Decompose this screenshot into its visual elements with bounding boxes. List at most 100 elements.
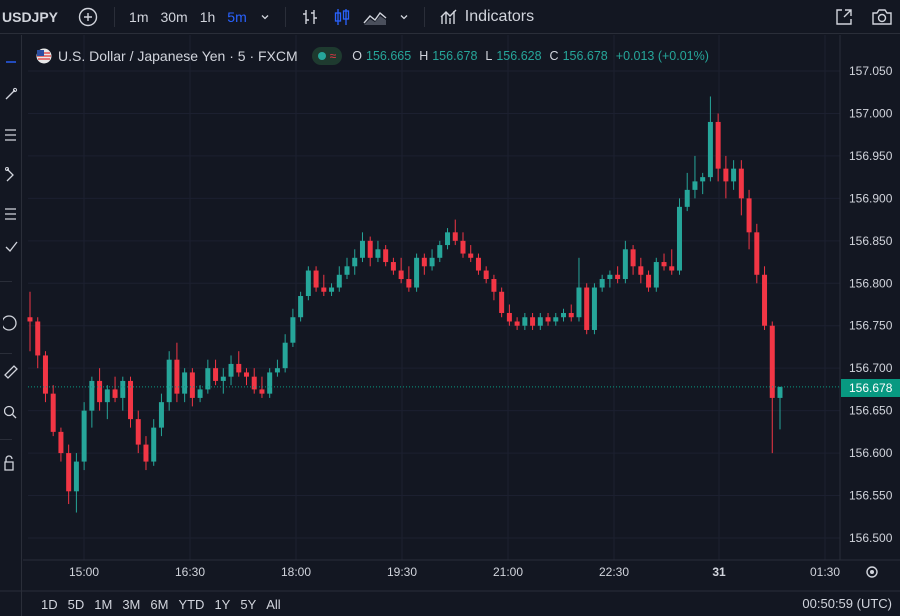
candle (630, 245, 636, 275)
candle-body (104, 389, 110, 403)
range-3m[interactable]: 3M (117, 597, 145, 612)
candle (607, 270, 613, 288)
price-tick-label: 157.000 (849, 106, 893, 120)
candle-body (42, 355, 48, 394)
chart-legend: U.S. Dollar / Japanese Yen · 5 · FXCM ≈ … (36, 44, 709, 68)
candle-body (344, 266, 350, 275)
candle-body (514, 321, 520, 326)
candle (638, 257, 644, 284)
candle-body (561, 312, 567, 318)
range-ytd[interactable]: YTD (173, 597, 209, 612)
candle (383, 245, 389, 267)
candle (104, 385, 110, 420)
candle-body (151, 427, 157, 462)
candle-body (607, 274, 613, 280)
axis-settings-button[interactable] (866, 566, 878, 578)
candle (553, 312, 559, 326)
range-1m[interactable]: 1M (89, 597, 117, 612)
candle (367, 236, 373, 267)
candle (259, 376, 265, 398)
candle (777, 386, 783, 430)
candle (390, 257, 396, 275)
candle (166, 351, 172, 411)
range-6m[interactable]: 6M (145, 597, 173, 612)
candle-body (762, 274, 768, 326)
candle (530, 312, 536, 330)
candle (197, 385, 203, 403)
candle (738, 160, 744, 216)
market-status-badge[interactable]: ≈ (311, 47, 343, 65)
candle-body (684, 189, 690, 207)
candle-body (414, 257, 420, 288)
candle-body (653, 262, 659, 288)
candle (514, 317, 520, 330)
candle (236, 351, 242, 377)
candle-body (522, 317, 528, 326)
candle-body (568, 312, 574, 318)
candle (483, 266, 489, 284)
change-value: +0.013 (+0.01%) (615, 49, 709, 63)
candle (321, 274, 327, 297)
candle (599, 274, 605, 292)
candle (468, 245, 474, 263)
candle-body (707, 121, 713, 178)
candle (220, 368, 226, 394)
candle (491, 274, 497, 301)
close-value: 156.678 (562, 49, 608, 63)
candle-body (220, 376, 226, 381)
candle-body (213, 368, 219, 381)
market-open-dot (317, 52, 326, 60)
candle-body (584, 287, 590, 330)
candle-body (615, 274, 621, 280)
range-1y[interactable]: 1Y (209, 597, 235, 612)
candle-body (452, 232, 458, 241)
price-tick-label: 157.050 (849, 64, 893, 78)
candle (615, 266, 621, 284)
candle-body (143, 444, 149, 462)
candle-body (630, 249, 636, 267)
candle (158, 393, 164, 437)
candle (460, 232, 466, 258)
price-tick-label: 156.550 (849, 489, 893, 503)
candle (669, 249, 675, 275)
time-tick-label: 22:30 (599, 565, 629, 579)
candle-body (638, 266, 644, 275)
range-all[interactable]: All (261, 597, 285, 612)
range-5y[interactable]: 5Y (235, 597, 261, 612)
price-tick-label: 156.950 (849, 149, 893, 163)
candle-body (661, 262, 667, 267)
candle-body (182, 372, 188, 394)
candle-body (553, 317, 559, 322)
candle (762, 266, 768, 330)
candle-body (120, 380, 126, 398)
open-key: O (352, 49, 362, 63)
range-1d[interactable]: 1D (36, 597, 63, 612)
candle-body (236, 363, 242, 373)
range-5d[interactable]: 5D (63, 597, 90, 612)
candle (120, 376, 126, 411)
candle (135, 410, 141, 454)
series-title[interactable]: U.S. Dollar / Japanese Yen · 5 · FXCM (58, 48, 298, 64)
candle (653, 257, 659, 292)
candle-body (282, 342, 288, 369)
candle (128, 376, 134, 428)
candle (313, 266, 319, 292)
price-axis: 157.050 157.000 156.950 156.900 156.850 156.8… (849, 64, 893, 545)
candle-body (646, 274, 652, 288)
date-range-bar: 1D 5D 1M 3M 6M YTD 1Y 5Y All (0, 592, 900, 616)
candle-body (158, 402, 164, 428)
candle-body (336, 274, 342, 288)
candle-body (35, 321, 41, 356)
time-tick-label: 21:00 (493, 565, 523, 579)
candle-body (669, 266, 675, 271)
candlestick-series (27, 96, 783, 513)
high-key: H (419, 49, 429, 63)
time-tick-label: 15:00 (69, 565, 99, 579)
low-key: L (485, 49, 493, 63)
candle (267, 368, 273, 398)
price-chart[interactable]: 157.050 157.000 156.950 156.900 156.850 156.8… (0, 0, 900, 592)
utc-clock[interactable]: 00:50:59 (UTC) (802, 596, 892, 611)
candle (305, 266, 311, 301)
current-price-label: 156.678 (841, 379, 900, 397)
candle (359, 232, 365, 263)
